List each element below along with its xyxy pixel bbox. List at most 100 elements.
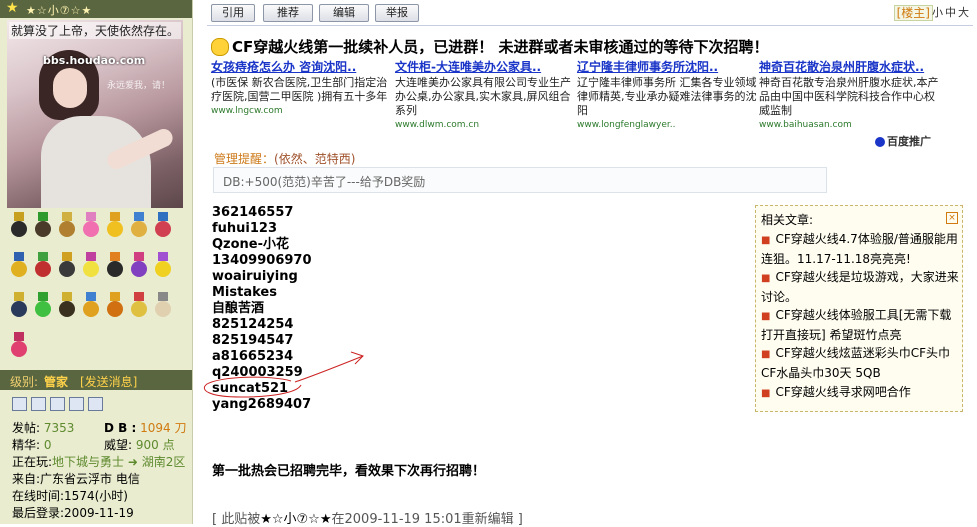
post-content: 引用 推荐 编辑 举报 [楼主] 小中大 CF穿越火线第一批续补人员，已进群！ … [193,0,977,527]
ad-body: 辽宁隆丰律师事务所 汇集各专业领域律师精英,专业承办疑难法律事务的沈阳 [577,76,757,117]
ad-url[interactable]: www.dlwm.com.cn [395,120,575,130]
ad-body: (市医保 新农合医院,卫生部门指定治疗医院,国营二甲医院 )拥有五十多年 [211,76,388,103]
from-stat: 来自:广东省云浮市 电信 [12,472,140,486]
online-stat: 在线时间:1574(小时) [12,489,128,503]
ad-item[interactable]: 神奇百花散治泉州肝腹水症状.. 神奇百花散专治泉州肝腹水症状,本产品由中国中医科… [759,58,939,130]
related-article-link[interactable]: ■ CF穿越火线4.7体验服/普通服能用连狙。11.17-11.18亮亮亮! [761,230,961,268]
add-friend-icon[interactable] [50,397,65,411]
bullet-icon: ■ [761,235,771,246]
profile-icon[interactable] [12,397,27,411]
avatar: bbs.houdao.com 永远爱我，请！ [7,20,183,208]
send-message-link[interactable]: [发送消息] [80,373,137,390]
ad-item[interactable]: 文件柜-大连唯美办公家具.. 大连唯美办公家具有限公司专业生产办公桌,办公家具,… [395,58,575,130]
id-entry: Qzone-小花 [212,237,290,252]
level-value: 管家 [44,375,69,389]
avatar-watermark-text: 永远爱我，请！ [107,81,171,91]
smiley-icon [211,38,229,56]
ad-item[interactable]: 辽宁隆丰律师事务所沈阳.. 辽宁隆丰律师事务所 汇集各专业领域律师精英,专业承办… [577,58,757,130]
floor-label: [楼主] [893,4,933,21]
id-entry: 825194547 [212,333,294,348]
region-link[interactable]: 湖南2区 [142,455,186,469]
ad-url[interactable]: www.longfenglawyer.. [577,120,757,130]
medal-icon [58,212,76,238]
bullet-icon: ■ [761,349,771,360]
medal-icon [130,292,148,318]
id-entry: 362146557 [212,205,294,220]
medal-icon [82,292,100,318]
hand-drawn-circle [203,376,302,398]
id-entry: woairuiying [212,269,298,284]
medal-icon [10,292,28,318]
related-article-link[interactable]: ■ CF穿越火线体验服工具[无需下载打开直接玩] 希望斑竹点亮 [761,306,961,344]
closing-line: 第一批热会已招聘完毕，看效果下次再行招聘！ [212,464,486,479]
post-title: CF穿越火线第一批续补人员，已进群！ 未进群或者未审核通过的等待下次招聘！ [232,38,769,56]
db-stat: D B : 1094 刀 [104,421,187,435]
mail-icon[interactable] [69,397,84,411]
medal-icon [34,212,52,238]
medal-icon [82,252,100,278]
ad-url[interactable]: www.baihuasan.com [759,120,939,130]
hand-drawn-arrow [294,351,364,383]
arrow-right-icon: ➜ [127,455,138,469]
medal-icon [106,292,124,318]
edit-note: [ 此贴被★☆小⑦☆★在2009-11-19 15:01重新编辑 ] [212,512,523,527]
username[interactable]: ★☆小⑦☆★ [26,2,92,18]
medal-icon [154,252,172,278]
posts-stat: 发帖: 7353 [12,421,75,435]
ad-body: 神奇百花散专治泉州肝腹水症状,本产品由中国中医科学院科技合作中心权威监制 [759,76,939,117]
username-bar: ★ ★☆小⑦☆★ [0,0,192,18]
id-entry: 825124254 [212,317,294,332]
medal-icon [10,212,28,238]
related-article-link[interactable]: ■ CF穿越火线寻求网吧合作 [761,383,961,403]
ad-title[interactable]: 文件柜-大连唯美办公家具.. [395,58,575,75]
baidu-promo[interactable]: 百度推广 [875,133,931,149]
level-bar: 级别: 管家 [发送消息] [0,370,192,390]
edit-button[interactable]: 编辑 [319,4,369,22]
manager-notice: 管理提醒：(依然、范特西) [214,152,356,166]
bullet-icon: ■ [761,388,771,399]
close-icon[interactable]: × [946,212,958,224]
medal-icon [154,292,172,318]
level-label: 级别: [10,375,39,389]
qq-icon[interactable] [88,397,103,411]
medal-icon [130,252,148,278]
ad-title[interactable]: 神奇百花散治泉州肝腹水症状.. [759,58,939,75]
medal-icon [58,292,76,318]
ad-title[interactable]: 女孩痔疮怎么办 咨询沈阳.. [211,58,391,75]
id-entry: 13409906970 [212,253,312,268]
report-button[interactable]: 举报 [375,4,419,22]
medal-icon [130,212,148,238]
id-entry: 自酿苦酒 [212,301,265,316]
last-login-stat: 最后登录:2009-11-19 [12,506,134,520]
recommend-button[interactable]: 推荐 [263,4,313,22]
db-notice-box: DB:+500(范范)辛苦了---给予DB奖励 [213,167,827,193]
bullet-icon: ■ [761,273,771,284]
user-profile-panel: ★ ★☆小⑦☆★ bbs.houdao.com 永远爱我，请！ 就算没了上帝，天… [0,0,193,524]
medal-icon [58,252,76,278]
related-article-link[interactable]: ■ CF穿越火线炫蓝迷彩头巾CF头巾CF水晶头巾30天 5QB [761,344,961,382]
related-article-link[interactable]: ■ CF穿越火线是垃圾游戏，大家进来讨论。 [761,268,961,306]
prestige-stat: 威望: 900 点 [104,438,175,452]
medal-icon [106,212,124,238]
medal-icon [10,252,28,278]
medal-icon [34,252,52,278]
ad-url[interactable]: www.lngcw.com [211,106,391,116]
medal-icon [34,292,52,318]
note-icon[interactable] [31,397,46,411]
game-link[interactable]: 地下城与勇士 [52,455,124,469]
medal-icon [82,212,100,238]
related-articles-box: 相关文章: × ■ CF穿越火线4.7体验服/普通服能用连狙。11.17-11.1… [755,205,963,412]
ad-body: 大连唯美办公家具有限公司专业生产办公桌,办公家具,实木家具,屏风组合系列 [395,76,571,117]
avatar-watermark-site: bbs.houdao.com [43,54,146,67]
ad-item[interactable]: 女孩痔疮怎么办 咨询沈阳.. (市医保 新农合医院,卫生部门指定治疗医院,国营二… [211,58,391,116]
playing-stat: 正在玩:地下城与勇士 ➜ 湖南2区 [12,455,186,469]
divider [207,25,973,26]
ad-title[interactable]: 辽宁隆丰律师事务所沈阳.. [577,58,757,75]
quote-button[interactable]: 引用 [211,4,255,22]
id-entry: fuhui123 [212,221,278,236]
medal-icon [10,332,28,358]
essence-stat: 精华: 0 [12,438,52,452]
signature: 就算没了上帝，天使依然存在。 [9,22,182,39]
font-size-switcher[interactable]: 小中大 [932,4,971,20]
bullet-icon: ■ [761,311,771,322]
